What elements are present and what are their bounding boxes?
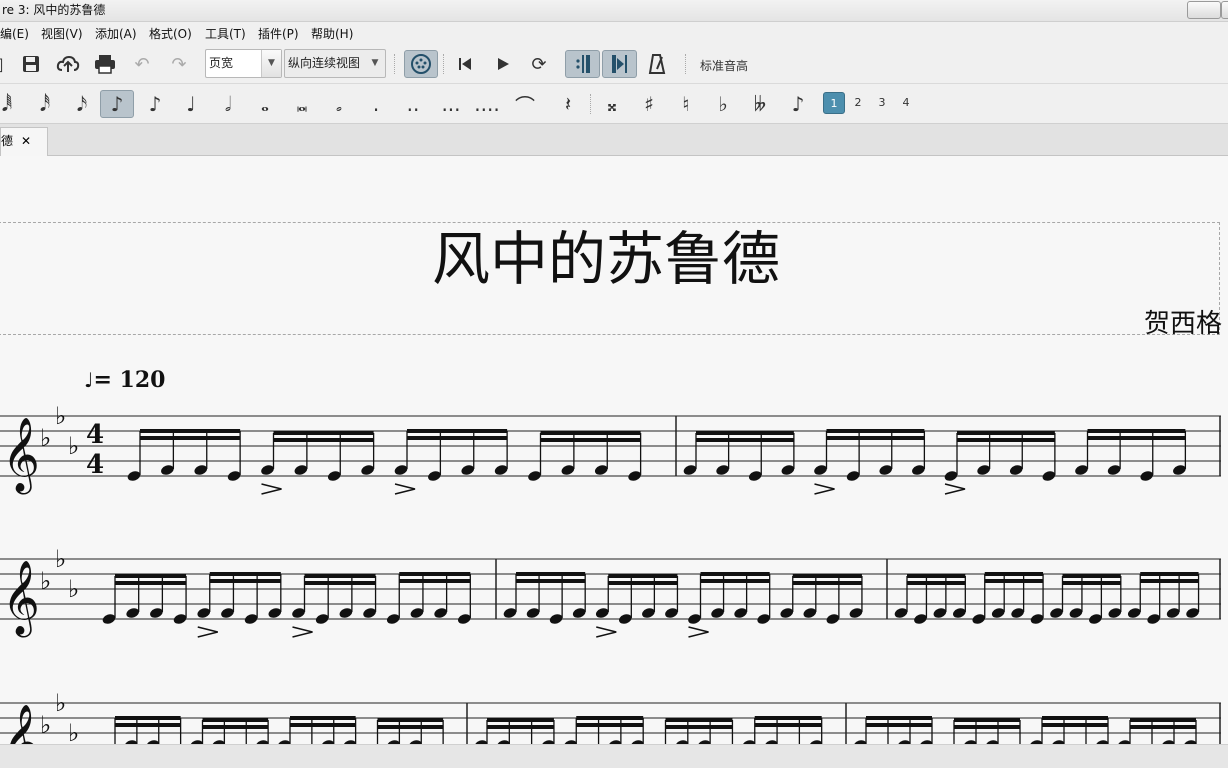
menu-edit[interactable]: 编(E)	[0, 25, 29, 42]
note-32nd-icon[interactable]: 𝅘𝅥𝅰	[30, 90, 60, 118]
play-icon[interactable]	[488, 50, 518, 78]
rest-icon[interactable]: 𝄽	[553, 90, 583, 118]
toolbar-separator	[394, 54, 396, 74]
menu-add[interactable]: 添加(A)	[95, 25, 137, 42]
toolbar-separator	[685, 54, 687, 74]
double-sharp-icon[interactable]: 𝄪	[597, 90, 627, 118]
note-16th-icon[interactable]: 𝅘𝅥𝅯	[67, 90, 97, 118]
accent-mark	[944, 483, 966, 495]
chevron-down-icon[interactable]: ▼	[261, 50, 281, 77]
accent-mark	[261, 483, 282, 495]
accent-mark	[596, 626, 617, 638]
accent-mark	[197, 626, 218, 638]
window-titlebar: re 3: 风中的苏鲁德	[0, 0, 1228, 22]
sharp-icon[interactable]: ♯	[634, 90, 664, 118]
note-breve-icon[interactable]: 𝅜	[287, 90, 317, 118]
key-flat: ♭	[40, 711, 51, 739]
accent-mark	[394, 483, 416, 495]
menu-format[interactable]: 格式(O)	[149, 25, 192, 42]
key-flat: ♭	[40, 424, 51, 452]
loop-in-icon[interactable]	[565, 50, 600, 78]
note-8th-icon[interactable]: ♪	[100, 90, 134, 118]
time-sig-top: 4	[86, 420, 104, 450]
key-flat: ♭	[55, 689, 66, 717]
accent-mark	[688, 626, 709, 638]
menu-view[interactable]: 视图(V)	[41, 25, 83, 42]
close-icon[interactable]: ✕	[21, 128, 31, 155]
accent-mark	[292, 626, 313, 638]
note-input-toolbar: 𝅘𝅥𝅱 𝅘𝅥𝅰 𝅘𝅥𝅯 ♪ ♪ ♩ 𝅗𝅥 𝅝 𝅜 𝅗 . .. ... ....…	[0, 84, 1228, 124]
key-flat: ♭	[68, 432, 79, 460]
dot-icon[interactable]: .	[361, 90, 391, 118]
save-icon[interactable]	[16, 50, 46, 78]
print-icon[interactable]	[90, 50, 120, 78]
document-tab-bar: 德 ✕	[0, 124, 1228, 156]
treble-clef: 𝄞	[2, 418, 40, 495]
toolbar-separator	[443, 54, 445, 74]
treble-clef: 𝄞	[2, 561, 40, 638]
natural-icon[interactable]: ♮	[671, 90, 701, 118]
concert-pitch-toggle[interactable]: 标准音高	[700, 57, 748, 74]
midi-input-icon[interactable]	[404, 50, 438, 78]
note-quarter-icon[interactable]: ♪	[140, 90, 170, 118]
score-tab[interactable]: 德 ✕	[0, 127, 48, 156]
triple-dot-icon[interactable]: ...	[436, 90, 466, 118]
double-flat-icon[interactable]: 𝄫	[745, 90, 775, 118]
voice-3-button[interactable]: 3	[871, 92, 893, 114]
zoom-value: 页宽	[209, 56, 234, 70]
main-toolbar: ▯ ↶ ↷ 页宽 ▼ 纵向连续视图 ▼ ⟳ 标准音高	[0, 44, 1228, 84]
window-title: re 3: 风中的苏鲁德	[2, 3, 106, 17]
open-icon[interactable]: ▯	[0, 50, 14, 78]
score-tab-label: 德	[1, 134, 14, 148]
quadruple-dot-icon[interactable]: ....	[472, 90, 502, 118]
menu-help[interactable]: 帮助(H)	[311, 25, 353, 42]
metronome-icon[interactable]	[642, 50, 672, 78]
voice-4-button[interactable]: 4	[895, 92, 917, 114]
view-mode-value: 纵向连续视图	[288, 56, 361, 70]
score-canvas[interactable]: 风中的苏鲁德 贺西格 ♩= 120 𝄞 ♭ ♭ ♭ 4 4 𝄞 ♭ ♭ ♭ 𝄞 ♭ ♭ ♭	[0, 156, 1228, 744]
loop-icon[interactable]: ⟳	[524, 50, 554, 78]
flat-icon[interactable]: ♭	[708, 90, 738, 118]
accent-mark	[814, 483, 835, 495]
cloud-upload-icon[interactable]	[53, 50, 83, 78]
rewind-icon[interactable]	[450, 50, 480, 78]
undo-icon[interactable]: ↶	[127, 50, 157, 78]
time-sig-bottom: 4	[86, 450, 104, 480]
treble-clef: 𝄞	[2, 705, 40, 744]
key-flat: ♭	[68, 719, 79, 744]
maximize-button[interactable]	[1221, 1, 1228, 19]
menu-bar: 编(E) 视图(V) 添加(A) 格式(O) 工具(T) 插件(P) 帮助(H)	[0, 22, 1228, 44]
note-longa-icon[interactable]: 𝅗	[324, 90, 354, 118]
voice-2-button[interactable]: 2	[847, 92, 869, 114]
menu-plugins[interactable]: 插件(P)	[258, 25, 299, 42]
note-whole-icon[interactable]: 𝅝	[250, 90, 280, 118]
menu-tools[interactable]: 工具(T)	[205, 25, 246, 42]
note-quarter2-icon[interactable]: ♩	[176, 90, 206, 118]
loop-out-icon[interactable]	[602, 50, 637, 78]
note-half-icon[interactable]: 𝅗𝅥	[213, 90, 243, 118]
status-bar	[0, 744, 1228, 768]
chevron-down-icon[interactable]: ▼	[365, 50, 385, 77]
view-mode-select[interactable]: 纵向连续视图 ▼	[284, 49, 386, 78]
music-notation: 𝄞 ♭♭♭ 44𝄞 ♭♭♭𝄞 ♭♭♭	[0, 402, 1221, 744]
key-flat: ♭	[55, 402, 66, 430]
flip-direction-icon[interactable]: ♪	[783, 90, 813, 118]
tie-icon[interactable]: ⌒	[510, 90, 540, 118]
zoom-select[interactable]: 页宽 ▼	[205, 49, 282, 78]
redo-icon[interactable]: ↷	[164, 50, 194, 78]
note-64th-icon[interactable]: 𝅘𝅥𝅱	[0, 90, 22, 118]
toolbar-separator	[590, 94, 592, 114]
key-flat: ♭	[55, 545, 66, 573]
minimize-button[interactable]	[1187, 1, 1221, 19]
key-flat: ♭	[68, 575, 79, 603]
double-dot-icon[interactable]: ..	[398, 90, 428, 118]
voice-1-button[interactable]: 1	[823, 92, 845, 114]
key-flat: ♭	[40, 567, 51, 595]
